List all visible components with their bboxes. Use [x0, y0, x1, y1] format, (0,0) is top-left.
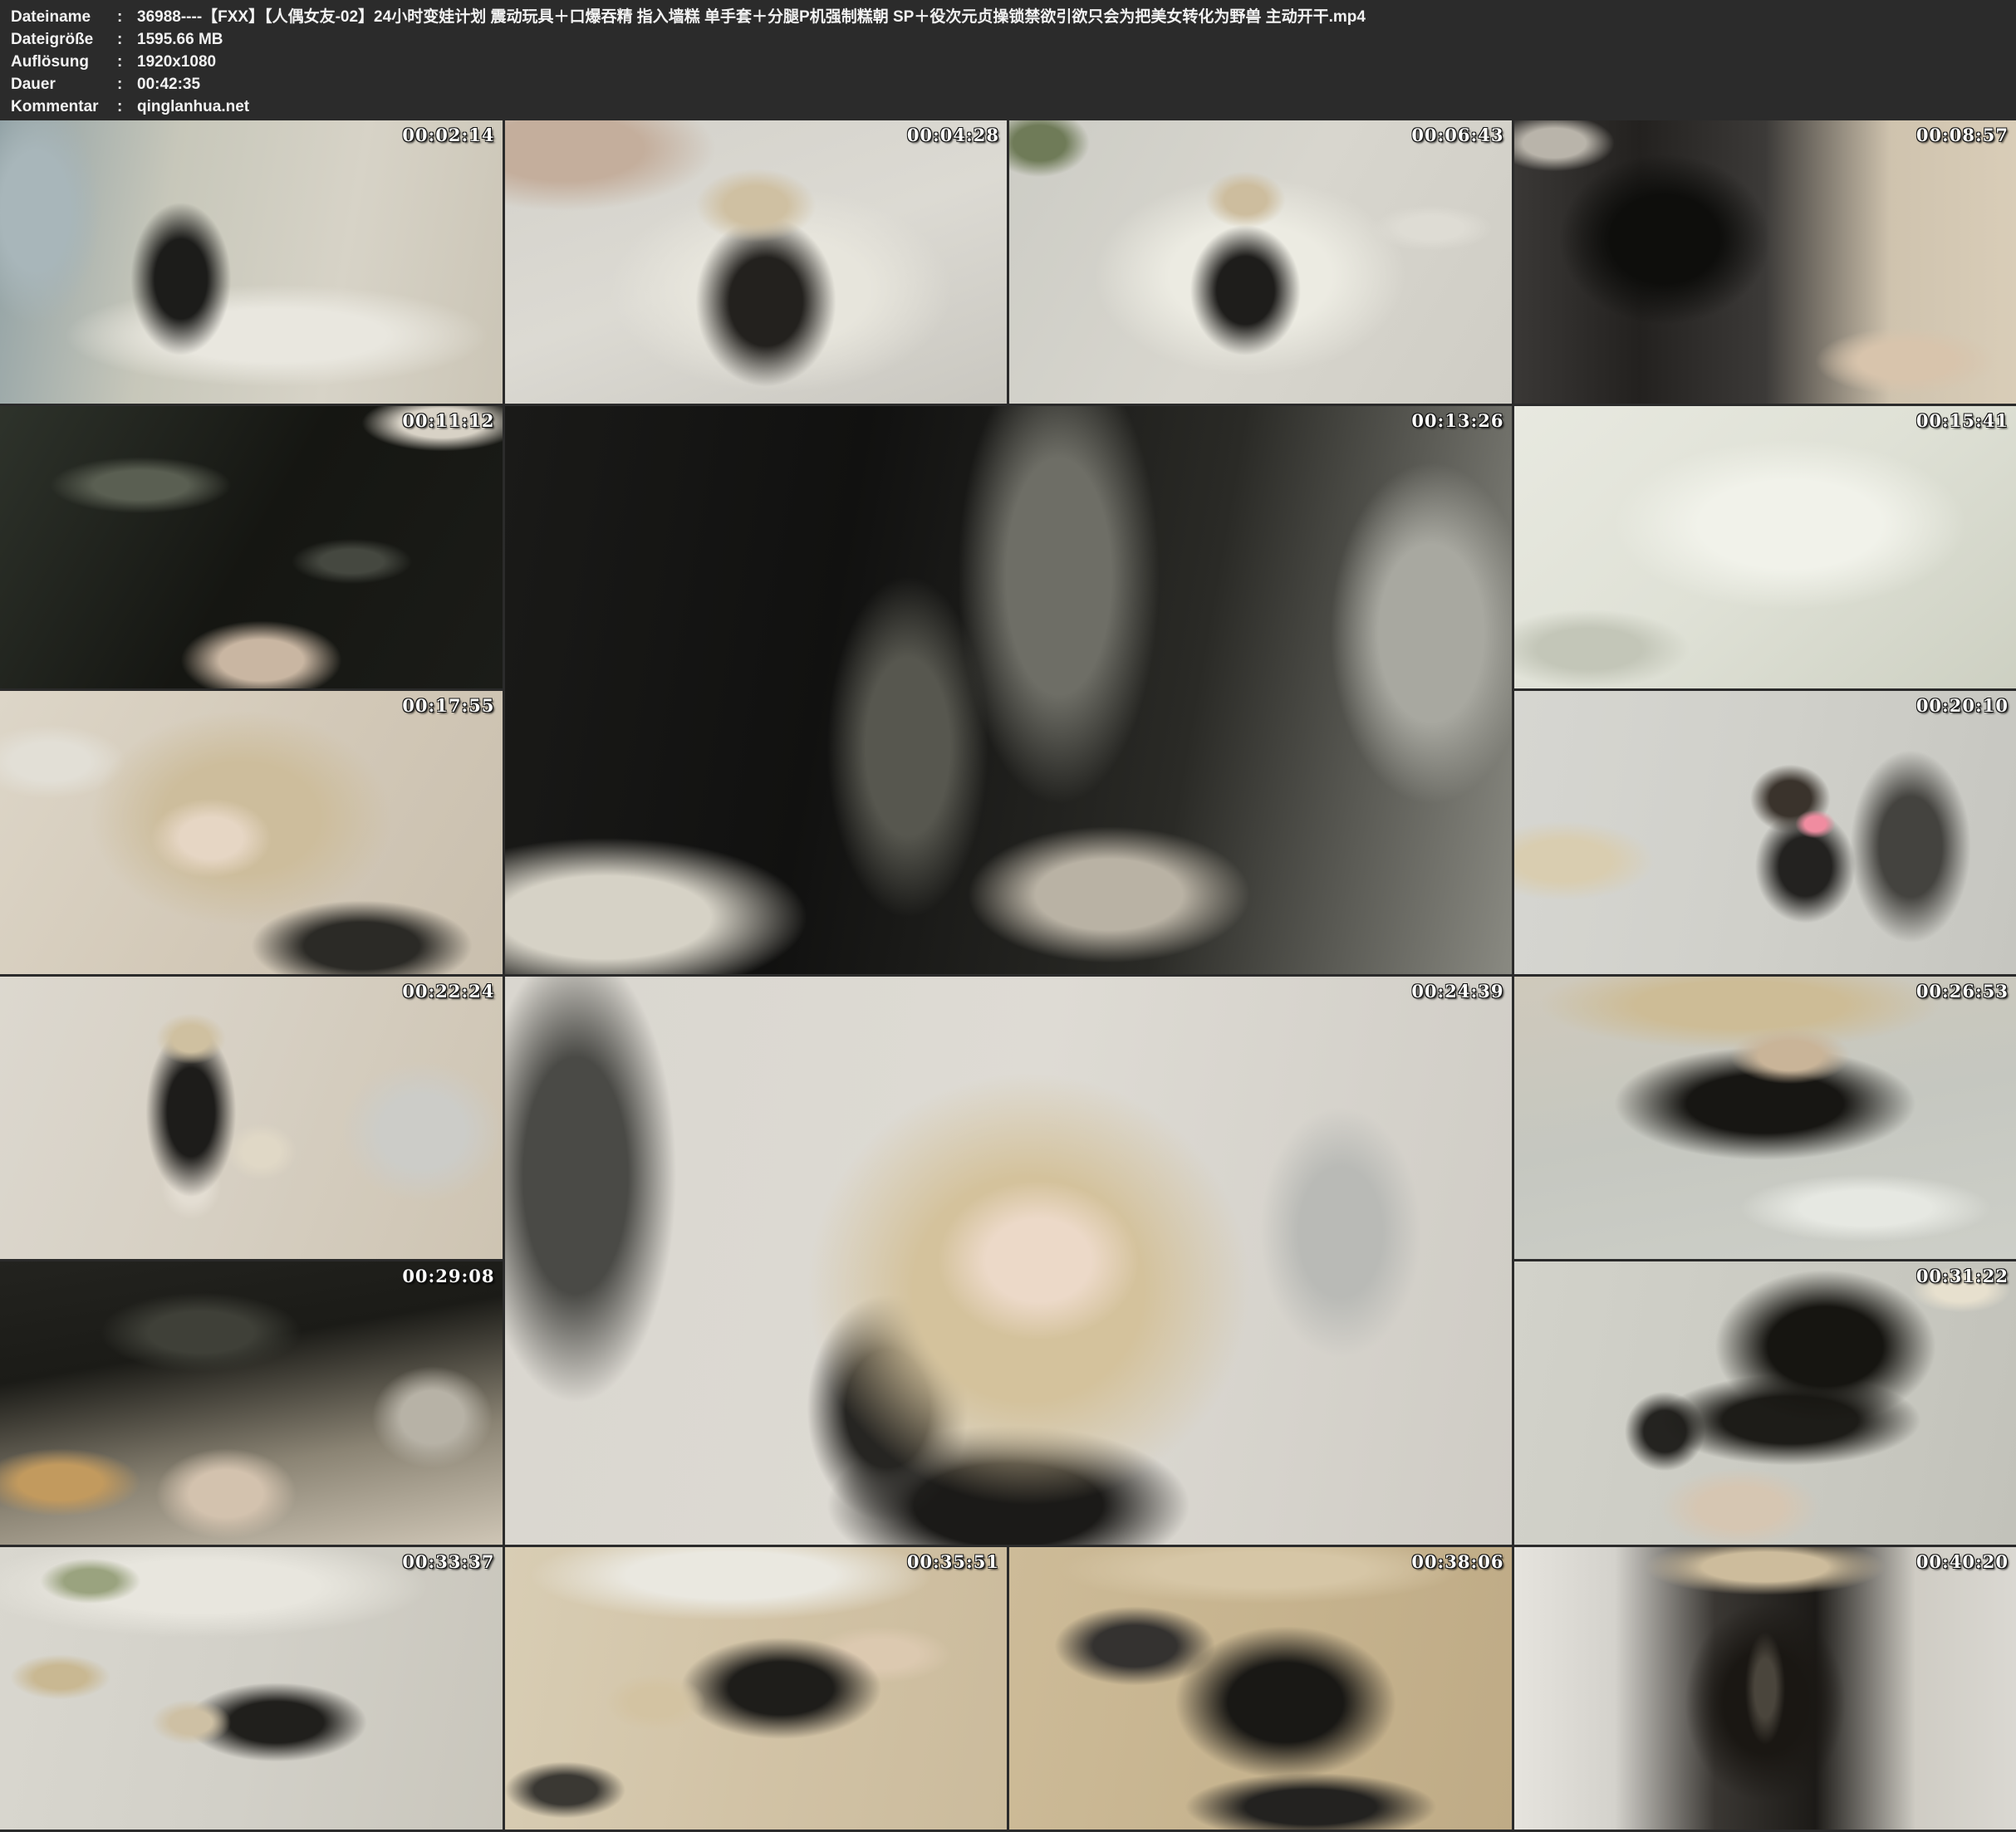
file-info-label: Kommentar	[11, 96, 117, 118]
video-thumbnail: 00:26:53	[1514, 977, 2016, 1260]
file-info-separator: :	[117, 51, 137, 73]
timestamp-overlay: 00:13:26	[1411, 410, 1503, 431]
file-info-separator: :	[117, 28, 137, 51]
video-thumbnail-large: 00:13:26	[505, 406, 1512, 974]
thumbnail-grid: 00:02:14 00:04:28 00:06:43 00:08:57 00:1…	[0, 120, 2016, 1830]
timestamp-overlay: 00:11:12	[402, 410, 494, 431]
timestamp-overlay: 00:31:22	[1916, 1266, 2009, 1286]
file-size-value: 1595.66 MB	[137, 28, 223, 51]
timestamp-overlay: 00:02:14	[402, 125, 494, 145]
file-info-separator: :	[117, 73, 137, 96]
file-info-row-kommentar: Kommentar : qinglanhua.net	[11, 96, 2016, 118]
file-info-row-aufloesung: Auflösung : 1920x1080	[11, 51, 2016, 73]
timestamp-overlay: 00:35:51	[907, 1551, 999, 1572]
video-thumbnail: 00:06:43	[1009, 120, 1512, 404]
video-thumbnail: 00:08:57	[1514, 120, 2016, 404]
file-info-row-dateiname: Dateiname : 36988----【FXX】【人偶女友-02】24小时变…	[11, 6, 2016, 28]
file-info-label: Auflösung	[11, 51, 117, 73]
video-thumbnail: 00:31:22	[1514, 1261, 2016, 1545]
duration-value: 00:42:35	[137, 73, 200, 96]
timestamp-overlay: 00:04:28	[907, 125, 999, 145]
timestamp-overlay: 00:15:41	[1916, 410, 2009, 431]
file-info-label: Dauer	[11, 73, 117, 96]
contact-sheet: { "header": { "separator": ":", "rows": …	[0, 0, 2016, 1832]
video-thumbnail: 00:40:20	[1514, 1547, 2016, 1830]
video-thumbnail: 00:33:37	[0, 1547, 503, 1830]
video-thumbnail: 00:11:12	[0, 406, 503, 689]
resolution-value: 1920x1080	[137, 51, 216, 73]
timestamp-overlay: 00:08:57	[1916, 125, 2009, 145]
video-thumbnail-large: 00:24:39	[505, 977, 1512, 1545]
timestamp-overlay: 00:38:06	[1411, 1551, 1503, 1572]
file-info-header: Dateiname : 36988----【FXX】【人偶女友-02】24小时变…	[0, 0, 2016, 120]
video-thumbnail: 00:15:41	[1514, 406, 2016, 689]
video-thumbnail: 00:22:24	[0, 977, 503, 1260]
timestamp-overlay: 00:29:08	[402, 1266, 494, 1286]
timestamp-overlay: 00:22:24	[402, 981, 494, 1002]
video-thumbnail: 00:02:14	[0, 120, 503, 404]
video-thumbnail: 00:29:08	[0, 1261, 503, 1545]
file-info-separator: :	[117, 96, 137, 118]
video-thumbnail: 00:04:28	[505, 120, 1008, 404]
timestamp-overlay: 00:40:20	[1916, 1551, 2009, 1572]
video-thumbnail: 00:38:06	[1009, 1547, 1512, 1830]
video-thumbnail: 00:17:55	[0, 691, 503, 974]
file-info-label: Dateiname	[11, 6, 117, 28]
file-info-row-dateigroesse: Dateigröße : 1595.66 MB	[11, 28, 2016, 51]
timestamp-overlay: 00:33:37	[402, 1551, 494, 1572]
timestamp-overlay: 00:06:43	[1411, 125, 1503, 145]
timestamp-overlay: 00:20:10	[1916, 695, 2009, 716]
comment-value: qinglanhua.net	[137, 96, 249, 118]
file-name-value: 36988----【FXX】【人偶女友-02】24小时变娃计划 震动玩具＋口爆吞…	[137, 6, 1366, 28]
file-info-separator: :	[117, 6, 137, 28]
timestamp-overlay: 00:26:53	[1916, 981, 2009, 1002]
video-thumbnail: 00:35:51	[505, 1547, 1008, 1830]
timestamp-overlay: 00:17:55	[402, 695, 494, 716]
timestamp-overlay: 00:24:39	[1411, 981, 1503, 1002]
video-thumbnail: 00:20:10	[1514, 691, 2016, 974]
file-info-label: Dateigröße	[11, 28, 117, 51]
file-info-row-dauer: Dauer : 00:42:35	[11, 73, 2016, 96]
